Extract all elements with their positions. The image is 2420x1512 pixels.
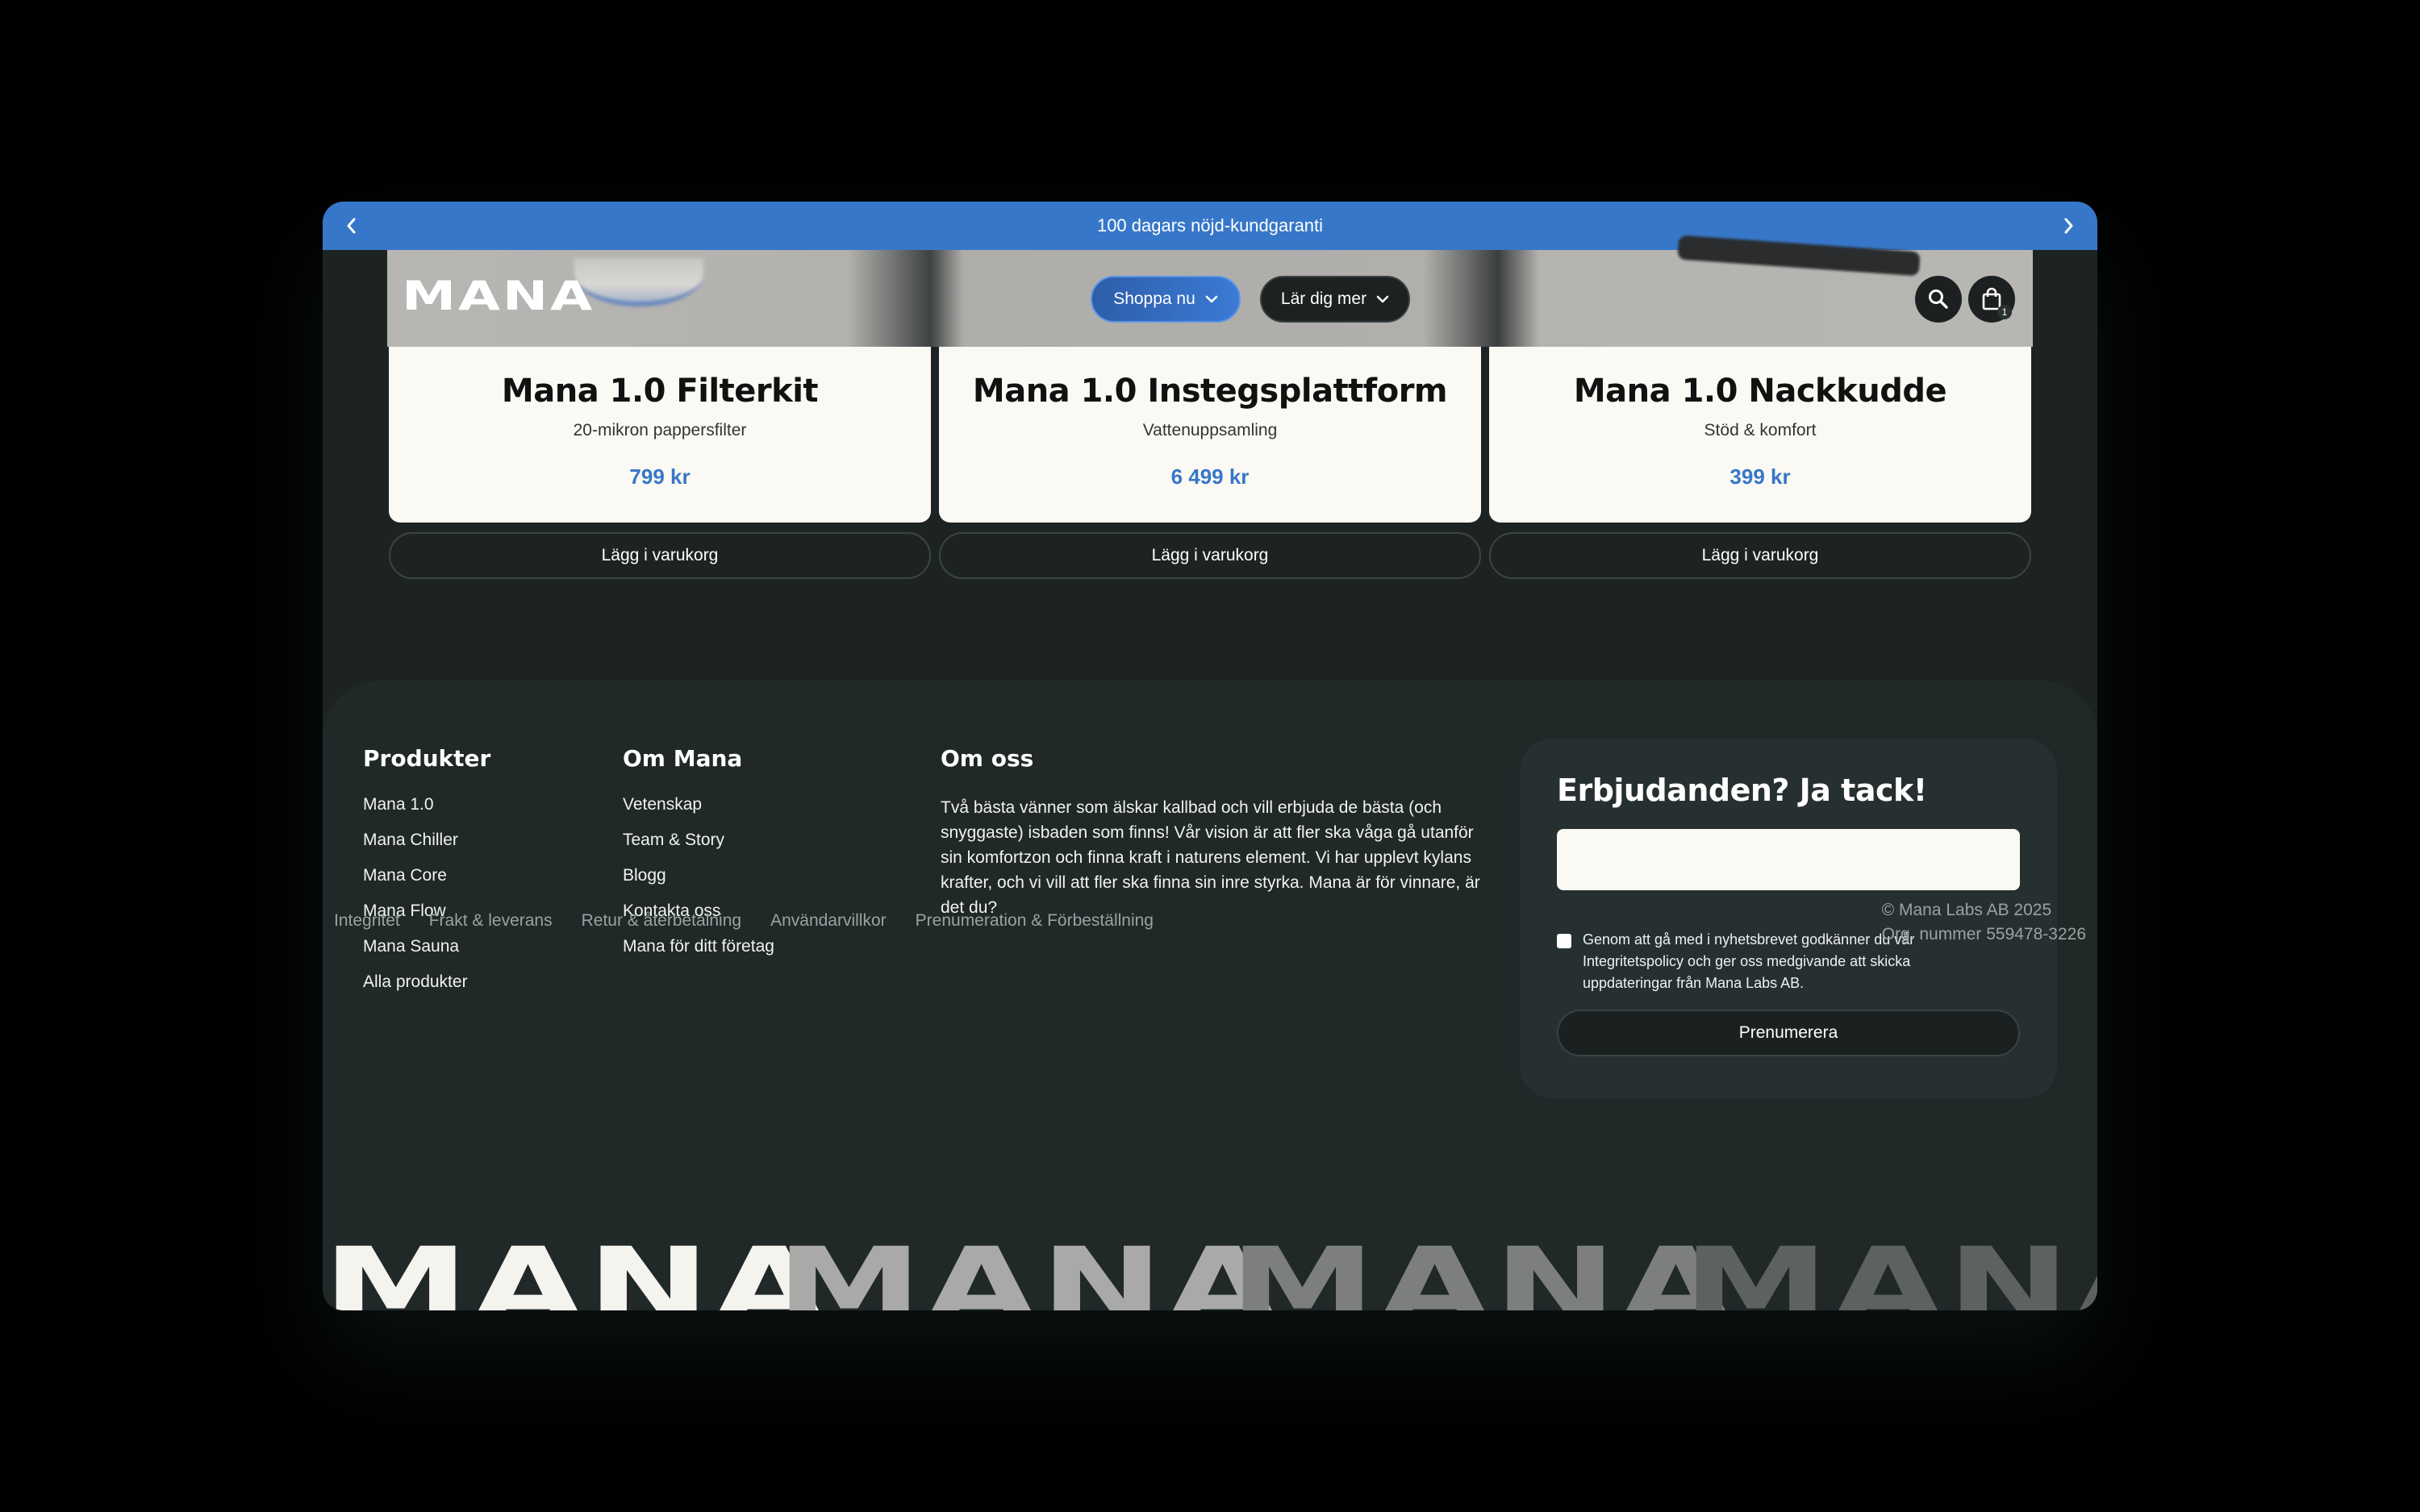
legal-link[interactable]: Retur & återbetalning [582, 911, 741, 931]
copyright-text: © Mana Labs AB 2025 [1881, 901, 2052, 919]
newsletter-title: Erbjudanden? Ja tack! [1557, 773, 1927, 808]
cart-button[interactable]: 1 [1968, 276, 2015, 323]
product-card[interactable]: Mana 1.0 Instegsplattform Vattenuppsamli… [939, 347, 1481, 523]
wordmark-text: MANA [1683, 1242, 2097, 1310]
footer-link[interactable]: Alla produkter [363, 971, 468, 1006]
footer-link[interactable]: Team & Story [623, 829, 774, 864]
footer-wordmark: MANA MANA MANA MANA [323, 1242, 2097, 1310]
footer-link[interactable]: Mana för ditt företag [623, 935, 774, 971]
footer-products-title: Produkter [363, 745, 491, 772]
org-number-text: Org. nummer 559478-3226 [1881, 925, 2086, 943]
announcement-bar: 100 dagars nöjd-kundgaranti [323, 202, 2097, 250]
browser-page: 100 dagars nöjd-kundgaranti MANA Shoppa … [323, 202, 2097, 1310]
subscribe-button[interactable]: Prenumerera [1557, 1010, 2020, 1056]
product-price: 6 499 kr [1170, 464, 1250, 489]
product-card[interactable]: Mana 1.0 Nackkudde Stöd & komfort 399 kr [1489, 347, 2031, 523]
announcement-text: 100 dagars nöjd-kundgaranti [1096, 215, 1324, 235]
nav-shop-button[interactable]: Shoppa nu [1091, 276, 1241, 323]
product-subtitle: 20-mikron pappersfilter [573, 421, 747, 439]
nav-shop-label: Shoppa nu [1113, 289, 1195, 308]
legal-link[interactable]: Prenumeration & Förbeställning [916, 911, 1154, 931]
chevron-down-icon [1205, 295, 1218, 303]
site-logo[interactable]: MANA [402, 273, 595, 319]
product-name: Mana 1.0 Nackkudde [1573, 373, 1947, 410]
footer-link[interactable]: Mana Sauna [363, 935, 468, 971]
nav-learn-label: Lär dig mer [1280, 289, 1367, 308]
nav-learn-button[interactable]: Lär dig mer [1260, 276, 1410, 323]
product-name: Mana 1.0 Instegsplattform [972, 373, 1448, 410]
announcement-prev-button[interactable] [328, 202, 376, 250]
footer-link[interactable]: Mana 1.0 [363, 793, 468, 829]
newsletter-email-input[interactable] [1557, 829, 2020, 890]
chevron-left-icon [347, 218, 356, 234]
footer-link[interactable]: Mana Chiller [363, 829, 468, 864]
legal-links: Integritet Frakt & leverans Retur & åter… [334, 911, 1183, 931]
footer-about-mana-list: Vetenskap Team & Story Blogg Kontakta os… [623, 793, 774, 971]
footer-link[interactable]: Mana Core [363, 864, 468, 900]
product-card[interactable]: Mana 1.0 Filterkit 20-mikron pappersfilt… [389, 347, 931, 523]
legal-link[interactable]: Användarvillkor [770, 911, 887, 931]
legal-link[interactable]: Integritet [334, 911, 400, 931]
footer-about-us-text: Två bästa vänner som älskar kallbad och … [941, 798, 1480, 917]
product-subtitle: Vattenuppsamling [1142, 421, 1278, 439]
product-subtitle: Stöd & komfort [1704, 421, 1817, 439]
footer-about-us-title: Om oss [941, 745, 1034, 772]
site-header: MANA Shoppa nu Lär dig mer 1 [387, 235, 2033, 347]
newsletter-consent-checkbox[interactable] [1557, 934, 1571, 948]
footer-products-list: Mana 1.0 Mana Chiller Mana Core Mana Flo… [363, 793, 468, 1006]
add-to-cart-button[interactable]: Lägg i varukorg [939, 532, 1481, 579]
site-footer: Produkter Mana 1.0 Mana Chiller Mana Cor… [323, 681, 2097, 1310]
wordmark-text: MANA [1229, 1242, 1735, 1310]
wordmark-text: MANA [323, 1242, 828, 1310]
announcement-next-button[interactable] [2044, 202, 2092, 250]
product-name: Mana 1.0 Filterkit [501, 373, 819, 410]
chevron-down-icon [1376, 295, 1389, 303]
footer-link[interactable]: Vetenskap [623, 793, 774, 829]
product-price: 399 kr [1729, 464, 1791, 489]
search-button[interactable] [1915, 276, 1962, 323]
wordmark-text: MANA [776, 1242, 1282, 1310]
product-price: 799 kr [629, 464, 691, 489]
search-icon [1929, 289, 1948, 309]
add-to-cart-button[interactable]: Lägg i varukorg [1489, 532, 2031, 579]
cart-count-badge: 1 [1997, 305, 2012, 319]
legal-link[interactable]: Frakt & leverans [429, 911, 553, 931]
footer-about-mana-title: Om Mana [623, 745, 743, 772]
copyright-block: © Mana Labs AB 2025 Org. nummer 559478-3… [1882, 898, 2086, 947]
footer-link[interactable]: Blogg [623, 864, 774, 900]
add-to-cart-button[interactable]: Lägg i varukorg [389, 532, 931, 579]
chevron-right-icon [2064, 218, 2073, 234]
